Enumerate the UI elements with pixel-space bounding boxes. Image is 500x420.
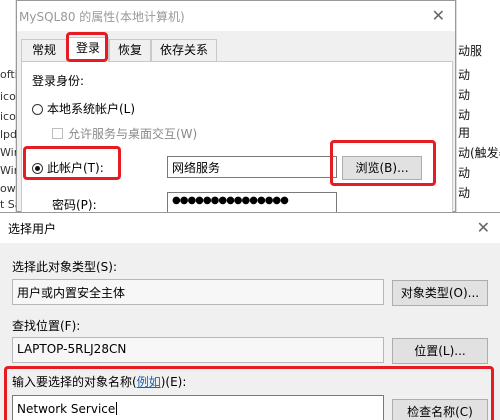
this-account-radio[interactable]: [32, 163, 43, 174]
bg-fragment: 动(触发器: [458, 146, 500, 160]
close-icon[interactable]: ✕: [477, 218, 490, 237]
login-tab-panel: 登录身份: 本地系统帐户(L) 允许服务与桌面交互(W) 此帐户(T): 网络服…: [21, 61, 453, 214]
tab-dependencies[interactable]: 依存关系: [151, 39, 217, 61]
allow-desktop-label: 允许服务与桌面交互(W): [68, 127, 198, 141]
bg-fragment: 动: [458, 68, 471, 82]
location-label: 查找位置(F):: [12, 319, 81, 333]
location-field: LAPTOP-5RLJ28CN: [12, 337, 384, 363]
login-as-label: 登录身份:: [32, 74, 85, 88]
service-properties-dialog: MySQL80 的属性(本地计算机) ✕ 常规 登录 恢复 依存关系 登录身份:…: [16, 0, 456, 214]
tab-general[interactable]: 常规: [21, 39, 67, 61]
object-type-field: 用户或内置安全主体: [12, 279, 384, 305]
bg-fragment: 动服: [458, 44, 483, 58]
bg-fragment: lpd: [0, 128, 18, 141]
props-tabs: 常规 登录 恢复 依存关系: [17, 37, 455, 62]
browse-button[interactable]: 浏览(B)...: [342, 156, 422, 180]
password-input[interactable]: ●●●●●●●●●●●●●●●: [167, 192, 337, 214]
object-type-label: 选择此对象类型(S):: [12, 260, 118, 274]
password-label: 密码(P):: [52, 198, 97, 212]
select-user-dialog: 选择用户 ✕ 选择此对象类型(S): 用户或内置安全主体 对象类型(O)... …: [0, 212, 500, 420]
object-types-button[interactable]: 对象类型(O)...: [392, 280, 488, 306]
object-names-input[interactable]: Network Service: [12, 395, 384, 420]
enter-names-label-prefix: 输入要选择的对象名称(: [12, 375, 137, 389]
close-icon[interactable]: ✕: [432, 6, 445, 25]
bg-fragment: 用: [458, 126, 471, 140]
this-account-label[interactable]: 此帐户(T):: [47, 159, 104, 176]
enter-names-label-suffix: )(E):: [160, 375, 187, 389]
object-names-value: Network Service: [17, 402, 116, 416]
bg-fragment: 动: [458, 186, 471, 200]
local-system-label[interactable]: 本地系统帐户(L): [47, 100, 135, 117]
check-names-button[interactable]: 检查名称(C): [392, 399, 488, 420]
tab-recovery[interactable]: 恢复: [109, 39, 151, 61]
bg-fragment: 动: [458, 88, 471, 102]
examples-link[interactable]: 例如: [137, 375, 161, 389]
account-input[interactable]: 网络服务: [167, 156, 337, 178]
tab-login[interactable]: 登录: [67, 37, 109, 62]
select-user-titlebar[interactable]: 选择用户 ✕: [0, 213, 500, 243]
bg-fragment: 动: [458, 108, 471, 122]
locations-button[interactable]: 位置(L)...: [392, 338, 488, 364]
enter-names-label: 输入要选择的对象名称(例如)(E):: [12, 373, 186, 390]
local-system-radio[interactable]: [32, 104, 43, 115]
props-titlebar[interactable]: MySQL80 的属性(本地计算机) ✕: [17, 1, 455, 31]
select-user-title: 选择用户: [8, 222, 57, 236]
allow-desktop-checkbox: [52, 128, 63, 139]
props-title: MySQL80 的属性(本地计算机): [19, 10, 185, 24]
text-caret: [116, 402, 118, 415]
bg-fragment: 动: [458, 166, 471, 180]
